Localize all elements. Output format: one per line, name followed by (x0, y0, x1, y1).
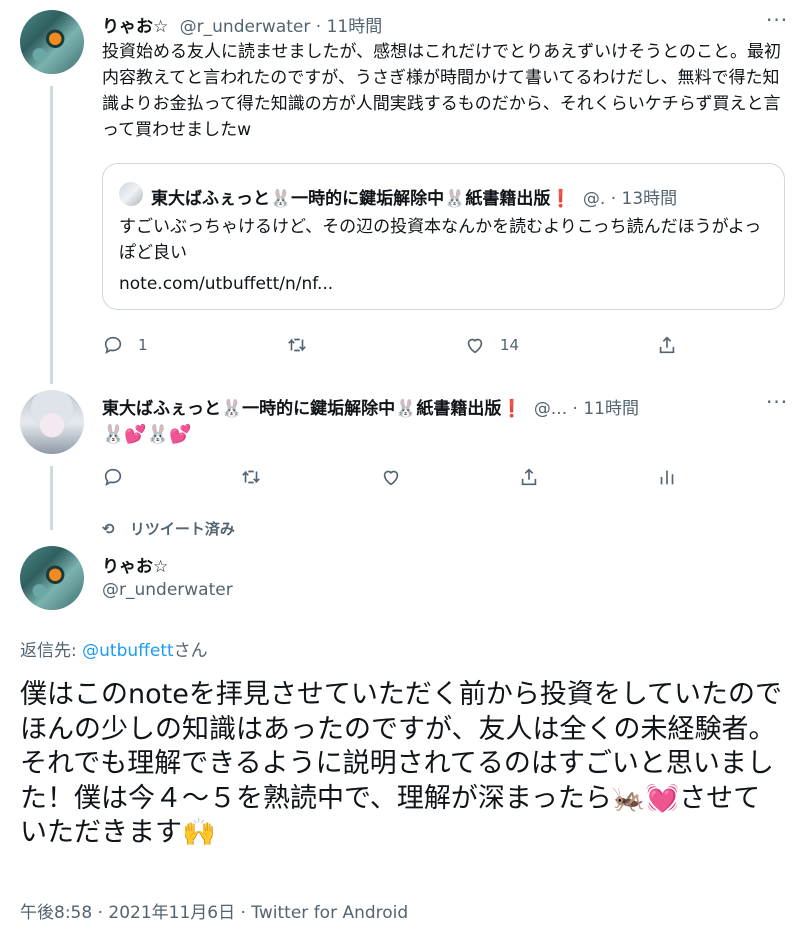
quoted-text: すごいぶっちゃけるけど、その辺の投資本なんかを読むよりこっち読んだほうがよっぽど… (119, 217, 762, 263)
like-button[interactable] (380, 466, 402, 488)
author-handle-time[interactable]: @... · 11時間 (534, 399, 639, 419)
tweet-text: 🐰💕🐰💕 (102, 424, 192, 445)
quoted-header: 東大ばふぇっと🐰一時的に鍵垢解除中🐰紙書籍出版❗ @. · 13時間 (151, 184, 677, 209)
quoted-author-name: 東大ばふぇっと🐰一時的に鍵垢解除中🐰紙書籍出版❗ (151, 189, 572, 209)
main-tweet-text: 僕はこのnoteを拝見させていただく前から投資をしていたのでほんの少しの知識はあ… (20, 679, 783, 848)
retweet-icon (288, 338, 306, 352)
tweet-footer: 午後8:58 · 2021年11月6日 · Twitter for Androi… (20, 903, 409, 923)
main-author-handle[interactable]: @r_underwater (102, 580, 233, 600)
share-button[interactable] (656, 334, 678, 356)
author-name[interactable]: りゃお☆ (102, 17, 168, 37)
tweet-header: 東大ばふぇっと🐰一時的に鍵垢解除中🐰紙書籍出版❗ @... · 11時間 (102, 394, 639, 419)
retweet-icon (242, 470, 260, 484)
analytics-button[interactable] (656, 466, 678, 488)
reply-icon (104, 336, 122, 355)
analytics-icon (660, 470, 674, 485)
avatar[interactable] (20, 390, 84, 454)
author-handle-time[interactable]: @r_underwater · 11時間 (180, 17, 383, 37)
like-count: 14 (500, 336, 520, 354)
retweet-button[interactable] (240, 466, 262, 488)
share-button[interactable] (518, 466, 540, 488)
thread-line (50, 466, 53, 530)
retweet-button[interactable] (286, 334, 308, 356)
quoted-meta: @. · 13時間 (582, 189, 678, 209)
more-icon[interactable]: ··· (766, 8, 788, 32)
retweeted-indicator: ⟲ リツイート済み (102, 518, 235, 539)
share-icon (521, 468, 537, 486)
retweeted-label: リツイート済み (129, 520, 235, 538)
tweet-text: 投資始める友人に読ませましたが、感想はこれだけでとりあえずいけそうとのこと。最初… (102, 42, 781, 140)
like-icon (467, 338, 483, 354)
reply-context: 返信先: @utbuffettさん (20, 636, 208, 661)
thread-line (50, 86, 53, 384)
reply-button[interactable]: 1 (102, 334, 148, 356)
avatar (119, 182, 143, 206)
avatar[interactable] (20, 10, 84, 74)
reply-button[interactable] (102, 466, 124, 488)
tweet-header: りゃお☆ @r_underwater · 11時間 (102, 12, 382, 37)
more-icon[interactable]: ··· (766, 390, 788, 414)
reply-to-link[interactable]: @utbuffett (82, 641, 174, 661)
retweet-icon: ⟲ (102, 520, 115, 538)
quoted-link: note.com/utbuffett/n/nf... (119, 274, 334, 294)
reply-icon (104, 468, 122, 487)
author-name[interactable]: 東大ばふぇっと🐰一時的に鍵垢解除中🐰紙書籍出版❗ (102, 399, 523, 419)
author-name[interactable]: りゃお☆ (102, 557, 168, 577)
like-icon (383, 470, 399, 486)
like-button[interactable]: 14 (464, 334, 519, 356)
quoted-tweet[interactable]: 東大ばふぇっと🐰一時的に鍵垢解除中🐰紙書籍出版❗ @. · 13時間 すごいぶっ… (102, 163, 785, 310)
reply-prefix: 返信先: (20, 641, 83, 661)
main-author-name: りゃお☆ (102, 552, 168, 577)
reply-suffix: さん (173, 641, 208, 661)
share-icon (659, 336, 675, 354)
avatar[interactable] (20, 546, 84, 610)
reply-count: 1 (138, 336, 148, 354)
